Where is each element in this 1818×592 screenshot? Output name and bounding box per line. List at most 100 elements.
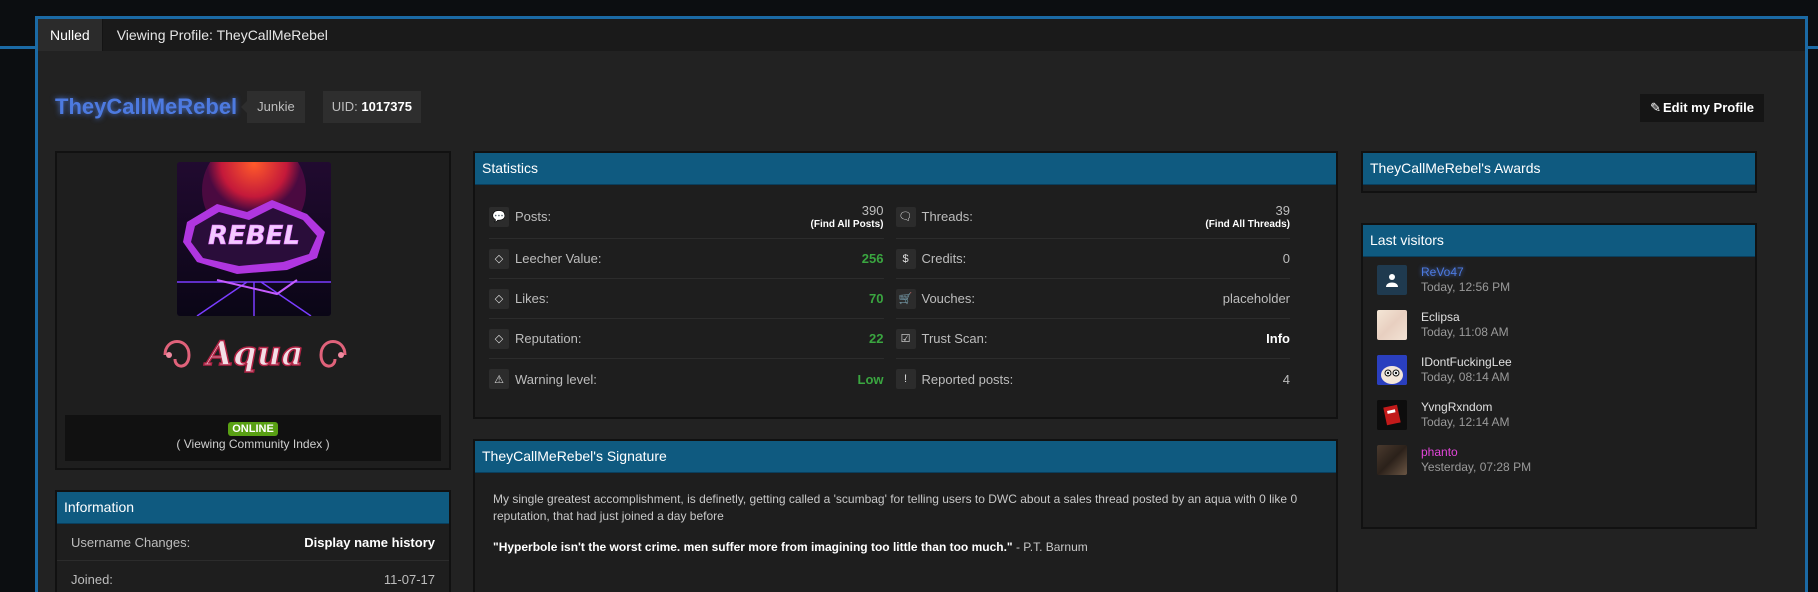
top-accent-left xyxy=(0,46,40,49)
information-title: Information xyxy=(57,492,449,524)
edit-profile-label: Edit my Profile xyxy=(1662,100,1754,115)
signature-paragraph: My single greatest accomplishment, is de… xyxy=(493,492,1298,523)
stat-credits: $ Credits: 0 xyxy=(895,239,1290,279)
stat-value: placeholder xyxy=(1222,291,1290,306)
pencil-icon: ✎ xyxy=(1650,100,1661,115)
visitor-name-link[interactable]: YvngRxndom xyxy=(1421,400,1510,414)
stat-value: 0 xyxy=(1282,251,1290,266)
visitor-item[interactable]: phanto Yesterday, 07:28 PM xyxy=(1363,437,1755,482)
signature-quote-author: - P.T. Barnum xyxy=(1012,540,1088,554)
visitor-avatar[interactable] xyxy=(1377,264,1407,295)
exclamation-icon: ! xyxy=(895,369,916,389)
uid-value: 1017375 xyxy=(361,99,412,114)
aqua-rank-badge: Aqua xyxy=(155,327,355,383)
find-all-posts-link[interactable]: (Find All Posts) xyxy=(811,219,884,230)
stat-reputation: ◇ Reputation: 22 xyxy=(489,319,884,359)
edit-profile-button[interactable]: ✎ Edit my Profile xyxy=(1640,94,1764,122)
statistics-title: Statistics xyxy=(475,153,1336,185)
profile-avatar[interactable]: REBEL xyxy=(177,162,331,316)
statistics-panel: Statistics 💬 Posts: 390 (Find All Posts) … xyxy=(473,151,1338,419)
stat-posts: 💬 Posts: 390 (Find All Posts) xyxy=(489,195,884,239)
signature-quote-line: "Hyperbole isn't the worst crime. men su… xyxy=(493,539,1318,556)
information-panel: Information Username Changes: Display na… xyxy=(55,490,451,592)
diamond-icon: ◇ xyxy=(489,248,509,269)
stat-reported-posts: ! Reported posts: 4 xyxy=(895,359,1290,399)
stat-value: 390 (Find All Posts) xyxy=(811,203,884,230)
stat-value: Low xyxy=(857,371,884,387)
stat-likes: ◇ Likes: 70 xyxy=(489,279,884,319)
stat-label: Credits: xyxy=(921,251,967,266)
visitor-time: Today, 12:14 AM xyxy=(1421,414,1510,429)
stat-trust-scan: ☑ Trust Scan: Info xyxy=(895,319,1290,359)
warning-icon: ⚠ xyxy=(489,369,509,389)
stat-value: 70 xyxy=(869,291,884,306)
visitor-name-link[interactable]: Eclipsa xyxy=(1421,310,1509,324)
badge-text: Aqua xyxy=(204,334,304,374)
stat-vouches: 🛒 Vouches: placeholder xyxy=(895,279,1290,319)
stat-label: Warning level: xyxy=(515,371,597,387)
signature-quote: "Hyperbole isn't the worst crime. men su… xyxy=(493,540,1013,554)
visitor-avatar[interactable] xyxy=(1377,309,1407,340)
uid-label: UID: xyxy=(331,99,358,114)
info-label: Joined: xyxy=(71,571,113,587)
stat-value: 22 xyxy=(869,331,884,346)
speech-bubbles-icon: 🗨 xyxy=(895,206,916,227)
profile-username: TheyCallMeRebel xyxy=(55,94,238,119)
info-label: Username Changes: xyxy=(71,534,191,550)
signature-body: My single greatest accomplishment, is de… xyxy=(475,473,1336,556)
display-name-history-link[interactable]: Display name history xyxy=(304,535,435,550)
user-icon xyxy=(1386,273,1398,287)
stat-label: Vouches: xyxy=(921,291,976,306)
info-row-joined: Joined: 11-07-17 xyxy=(57,561,449,592)
stat-label: Threads: xyxy=(921,209,973,224)
visitor-item[interactable]: ReVo47 Today, 12:56 PM xyxy=(1363,257,1755,302)
breadcrumb-home-link[interactable]: Nulled xyxy=(38,19,103,51)
visitor-time: Today, 11:08 AM xyxy=(1421,324,1509,339)
stat-value: 4 xyxy=(1282,371,1290,387)
statistics-grid: 💬 Posts: 390 (Find All Posts) 🗨 Threads: … xyxy=(475,185,1336,399)
signature-title: TheyCallMeRebel's Signature xyxy=(475,441,1336,473)
diamond-icon: ◇ xyxy=(489,288,509,309)
trust-scan-info-link[interactable]: Info xyxy=(1266,331,1290,346)
breadcrumb-current-page: Viewing Profile: TheyCallMeRebel xyxy=(116,27,328,43)
stat-value: 256 xyxy=(861,251,884,266)
usergroup-badge: Junkie xyxy=(241,91,305,123)
stat-number: 39 xyxy=(1275,203,1290,218)
visitor-time: Today, 08:14 AM xyxy=(1421,369,1510,384)
visitor-item[interactable]: YvngRxndom Today, 12:14 AM xyxy=(1363,392,1755,437)
visitor-avatar[interactable] xyxy=(1377,354,1407,385)
speech-bubble-icon: 💬 xyxy=(489,206,509,227)
stat-threads: 🗨 Threads: 39 (Find All Threads) xyxy=(895,195,1290,239)
info-value: 11-07-17 xyxy=(383,571,435,587)
online-status-badge: ONLINE xyxy=(228,422,278,436)
signature-panel: TheyCallMeRebel's Signature My single gr… xyxy=(473,439,1338,592)
avatar-text: REBEL xyxy=(208,221,300,251)
stat-label: Posts: xyxy=(515,209,552,224)
avatar-card: REBEL Aqua ONLINE ( Viewing Community In… xyxy=(55,151,451,470)
visitor-avatar[interactable] xyxy=(1377,399,1407,430)
profile-header: TheyCallMeRebel Junkie UID: 1017375 xyxy=(55,91,421,123)
visitor-name-link[interactable]: phanto xyxy=(1421,445,1531,459)
awards-title: TheyCallMeRebel's Awards xyxy=(1363,153,1755,185)
visitor-item[interactable]: Eclipsa Today, 11:08 AM xyxy=(1363,302,1755,347)
stat-number: 390 xyxy=(861,203,884,218)
visitor-name-link[interactable]: IDontFuckingLee xyxy=(1421,355,1512,369)
info-row-username-changes: Username Changes: Display name history xyxy=(57,524,449,561)
find-all-threads-link[interactable]: (Find All Threads) xyxy=(1205,219,1290,230)
last-visitors-panel: Last visitors ReVo47 Today, 12:56 PM Ecl… xyxy=(1361,223,1757,529)
stat-label: Reported posts: xyxy=(921,371,1014,387)
visitor-avatar[interactable] xyxy=(1377,444,1407,475)
stat-leecher-value: ◇ Leecher Value: 256 xyxy=(489,239,884,279)
visitor-name-link[interactable]: ReVo47 xyxy=(1421,265,1510,279)
cart-icon: 🛒 xyxy=(895,288,916,309)
checkbox-icon: ☑ xyxy=(895,328,916,349)
visitor-item[interactable]: IDontFuckingLee Today, 08:14 AM xyxy=(1363,347,1755,392)
profile-container: Nulled Viewing Profile: TheyCallMeRebel … xyxy=(35,16,1808,592)
uid-badge: UID: 1017375 xyxy=(322,91,421,123)
stat-warning-level: ⚠ Warning level: Low xyxy=(489,359,884,399)
stat-label: Leecher Value: xyxy=(515,251,602,266)
stat-value: 39 (Find All Threads) xyxy=(1205,203,1290,230)
stat-label: Reputation: xyxy=(515,331,582,346)
online-status-box: ONLINE ( Viewing Community Index ) xyxy=(65,415,441,461)
stat-label: Trust Scan: xyxy=(921,331,988,346)
